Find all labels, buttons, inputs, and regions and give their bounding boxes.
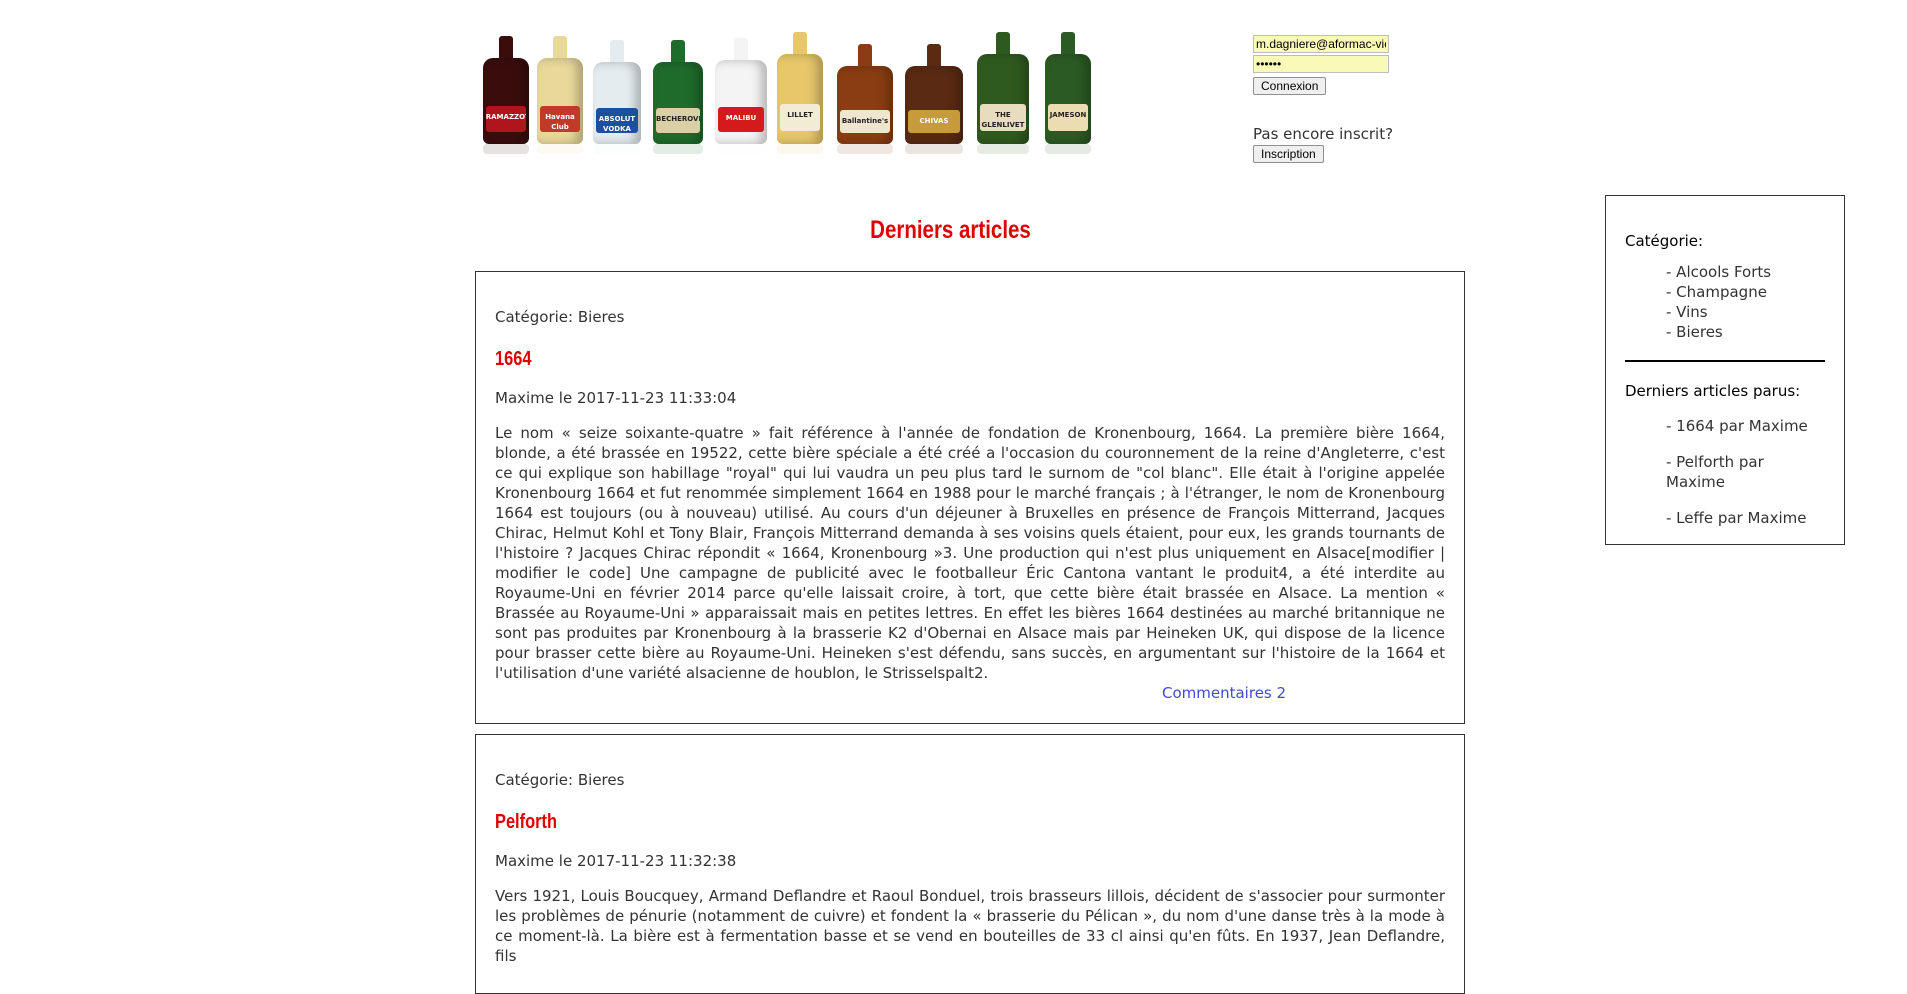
bottle-ramazzotti: RAMAZZOTTI xyxy=(483,36,529,154)
bottle-label: ABSOLUT VODKA xyxy=(595,107,639,133)
recent-articles-heading: Derniers articles parus: xyxy=(1625,382,1801,400)
sidebar-divider xyxy=(1625,360,1825,362)
article-text: Vers 1921, Louis Boucquey, Armand Deflan… xyxy=(495,887,1445,965)
categories-heading: Catégorie: xyxy=(1625,232,1704,250)
article-meta: Maxime le 2017-11-23 11:32:38 xyxy=(495,852,737,870)
email-field[interactable] xyxy=(1253,35,1389,53)
bottle-label: Havana Club xyxy=(539,106,581,132)
bottle-label: MALIBU xyxy=(718,107,764,133)
bottle-label: LILLET xyxy=(779,104,821,132)
article-title[interactable]: 1664 xyxy=(495,348,1274,371)
login-form: Connexion Pas encore inscrit? Inscriptio… xyxy=(1253,35,1453,163)
inscription-button[interactable]: Inscription xyxy=(1253,145,1324,163)
sidebar-category-link[interactable]: - Vins xyxy=(1666,302,1825,322)
register-question: Pas encore inscrit? xyxy=(1253,125,1394,143)
bottle-label: THE GLENLIVET 12 xyxy=(980,104,1026,132)
bottle-lillet: LILLET xyxy=(777,32,823,154)
connexion-button[interactable]: Connexion xyxy=(1253,77,1327,95)
sidebar-category-link[interactable]: - Bieres xyxy=(1666,322,1825,342)
bottle-absolut-vodka: ABSOLUT VODKA xyxy=(593,40,641,154)
recent-article-link[interactable]: - Leffe par Maxime xyxy=(1666,508,1825,528)
article-meta: Maxime le 2017-11-23 11:33:04 xyxy=(495,389,737,407)
article-card: Catégorie: Bieres Pelforth Maxime le 201… xyxy=(475,734,1465,994)
bottle-malibu: MALIBU xyxy=(715,38,767,154)
bottle-label: CHIVAS xyxy=(908,109,960,134)
bottle-label: RAMAZZOTTI xyxy=(485,106,527,132)
bottle-chivas: CHIVAS xyxy=(905,44,963,154)
recent-article-link[interactable]: - Pelforth par Maxime xyxy=(1666,452,1825,492)
bottle-becherovka: BECHEROVKA xyxy=(653,40,703,154)
article-category: Catégorie: Bieres xyxy=(495,771,625,789)
bottle-jameson: JAMESON xyxy=(1045,32,1091,154)
bottle-label: JAMESON xyxy=(1047,104,1089,132)
recent-article-link[interactable]: - 1664 par Maxime xyxy=(1666,416,1825,436)
categories-list: - Alcools Forts - Champagne - Vins - Bie… xyxy=(1666,262,1825,342)
sidebar-category-link[interactable]: - Alcools Forts xyxy=(1666,262,1825,282)
bottle-glenlivet: THE GLENLIVET 12 xyxy=(977,32,1029,154)
bottle-label: Ballantine's xyxy=(840,109,890,134)
bottle-havana-club: Havana Club xyxy=(537,36,583,154)
password-field[interactable] xyxy=(1253,55,1389,73)
article-category: Catégorie: Bieres xyxy=(495,308,625,326)
bottle-label: BECHEROVKA xyxy=(656,107,700,133)
page-title: Derniers articles xyxy=(870,216,1031,244)
sidebar-category-link[interactable]: - Champagne xyxy=(1666,282,1825,302)
bottle-ballantine-s: Ballantine's xyxy=(837,44,893,154)
article-card: Catégorie: Bieres 1664 Maxime le 2017-11… xyxy=(475,271,1465,724)
sidebar: Catégorie: - Alcools Forts - Champagne -… xyxy=(1605,195,1845,545)
comments-link[interactable]: Commentaires 2 xyxy=(1162,684,1286,702)
article-title[interactable]: Pelforth xyxy=(495,811,1274,834)
header-banner-image: RAMAZZOTTI Havana Club ABSOLUT VODKA BECHER… xyxy=(475,12,1095,154)
article-text: Le nom « seize soixante-quatre » fait ré… xyxy=(495,424,1445,682)
